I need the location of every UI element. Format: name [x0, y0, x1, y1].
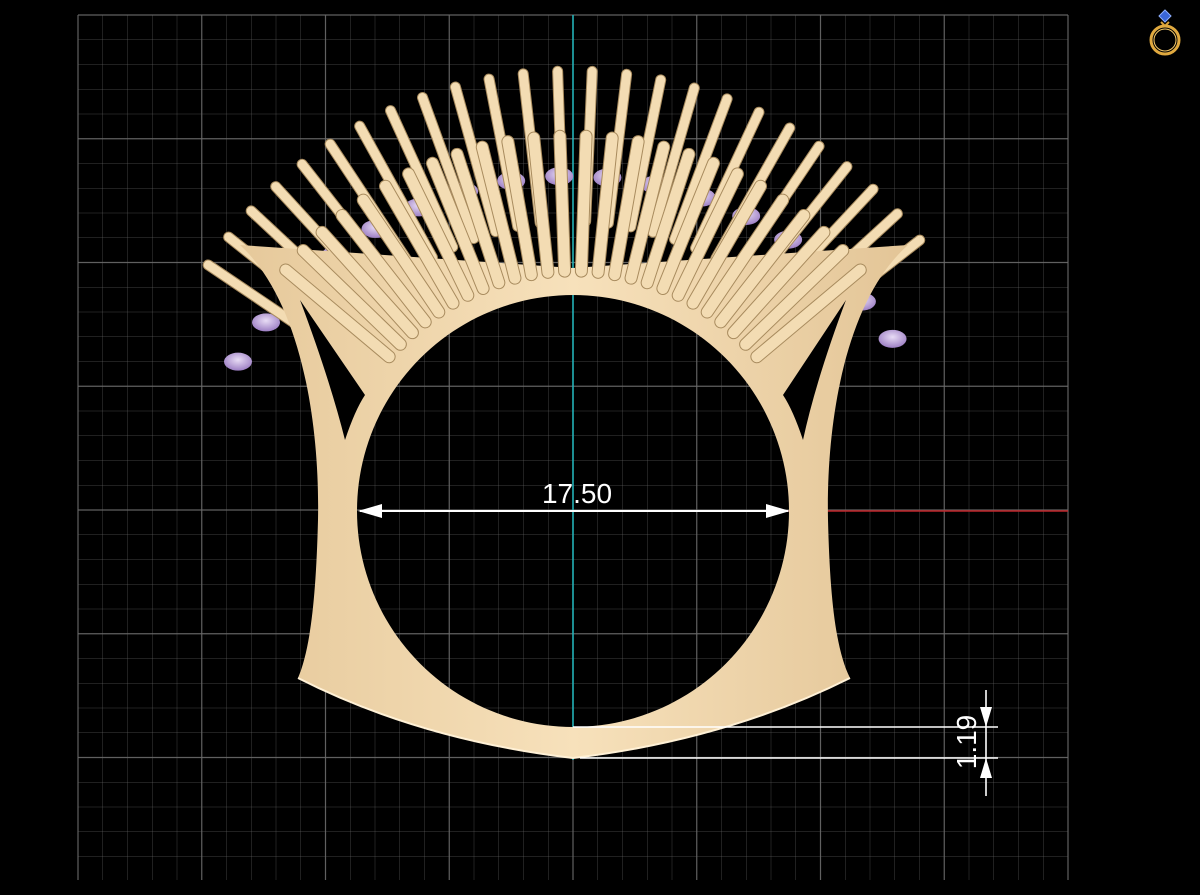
prong	[575, 130, 592, 277]
ring-icon[interactable]	[1146, 8, 1184, 58]
gem	[878, 329, 907, 348]
diameter-dimension[interactable]: 17.50	[358, 478, 790, 518]
prong	[592, 132, 618, 278]
thickness-label: 1.19	[951, 715, 982, 770]
prong	[528, 132, 554, 278]
cad-viewport[interactable]: 17.50 1.19	[0, 0, 1200, 895]
prong	[554, 130, 571, 277]
ring-model[interactable]	[202, 65, 926, 760]
diameter-label: 17.50	[542, 478, 612, 509]
gem	[224, 352, 253, 371]
